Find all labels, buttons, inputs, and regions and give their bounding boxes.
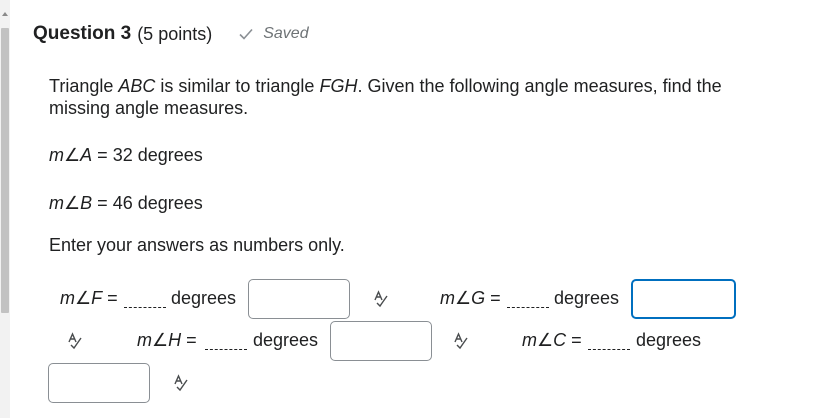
question-points: (5 points) <box>137 23 213 44</box>
given-angle-b: m∠B = 46 degrees <box>49 193 203 213</box>
question-title: Question 3 <box>33 23 132 44</box>
question-header: Question 3 (5 points) Saved <box>33 22 309 46</box>
page-scrollbar[interactable] <box>0 0 10 418</box>
units-label-h: degrees <box>253 330 319 350</box>
scroll-up-arrow-icon[interactable] <box>2 12 8 16</box>
saved-label: Saved <box>263 25 309 42</box>
units-label-c: degrees <box>636 330 702 350</box>
answer-label-h: m∠H = <box>137 330 197 350</box>
answer-label-g: m∠G = <box>440 288 501 308</box>
answer-label-f: m∠F = <box>60 288 118 308</box>
answer-blank-g <box>507 307 549 309</box>
spellcheck-icon[interactable] <box>172 374 190 392</box>
answer-input-f[interactable] <box>248 279 350 319</box>
spellcheck-icon[interactable] <box>372 290 390 308</box>
answer-input-g[interactable] <box>631 279 736 319</box>
answer-blank-f <box>124 307 166 309</box>
spellcheck-icon[interactable] <box>66 332 84 350</box>
answer-input-c[interactable] <box>48 363 150 403</box>
answer-label-c: m∠C = <box>522 330 582 350</box>
saved-status: Saved <box>239 25 309 43</box>
answer-input-h[interactable] <box>330 321 432 361</box>
units-label-g: degrees <box>554 288 620 308</box>
spellcheck-icon[interactable] <box>452 332 470 350</box>
answer-blank-h <box>205 349 247 351</box>
given-angle-a: m∠A = 32 degrees <box>49 145 203 165</box>
check-icon <box>239 28 253 40</box>
units-label-f: degrees <box>171 288 237 308</box>
question-prompt: Triangle ABC is similar to triangle FGH.… <box>49 76 722 118</box>
scroll-thumb[interactable] <box>1 28 9 313</box>
answer-instructions: Enter your answers as numbers only. <box>49 235 345 255</box>
answer-blank-c <box>588 349 630 351</box>
